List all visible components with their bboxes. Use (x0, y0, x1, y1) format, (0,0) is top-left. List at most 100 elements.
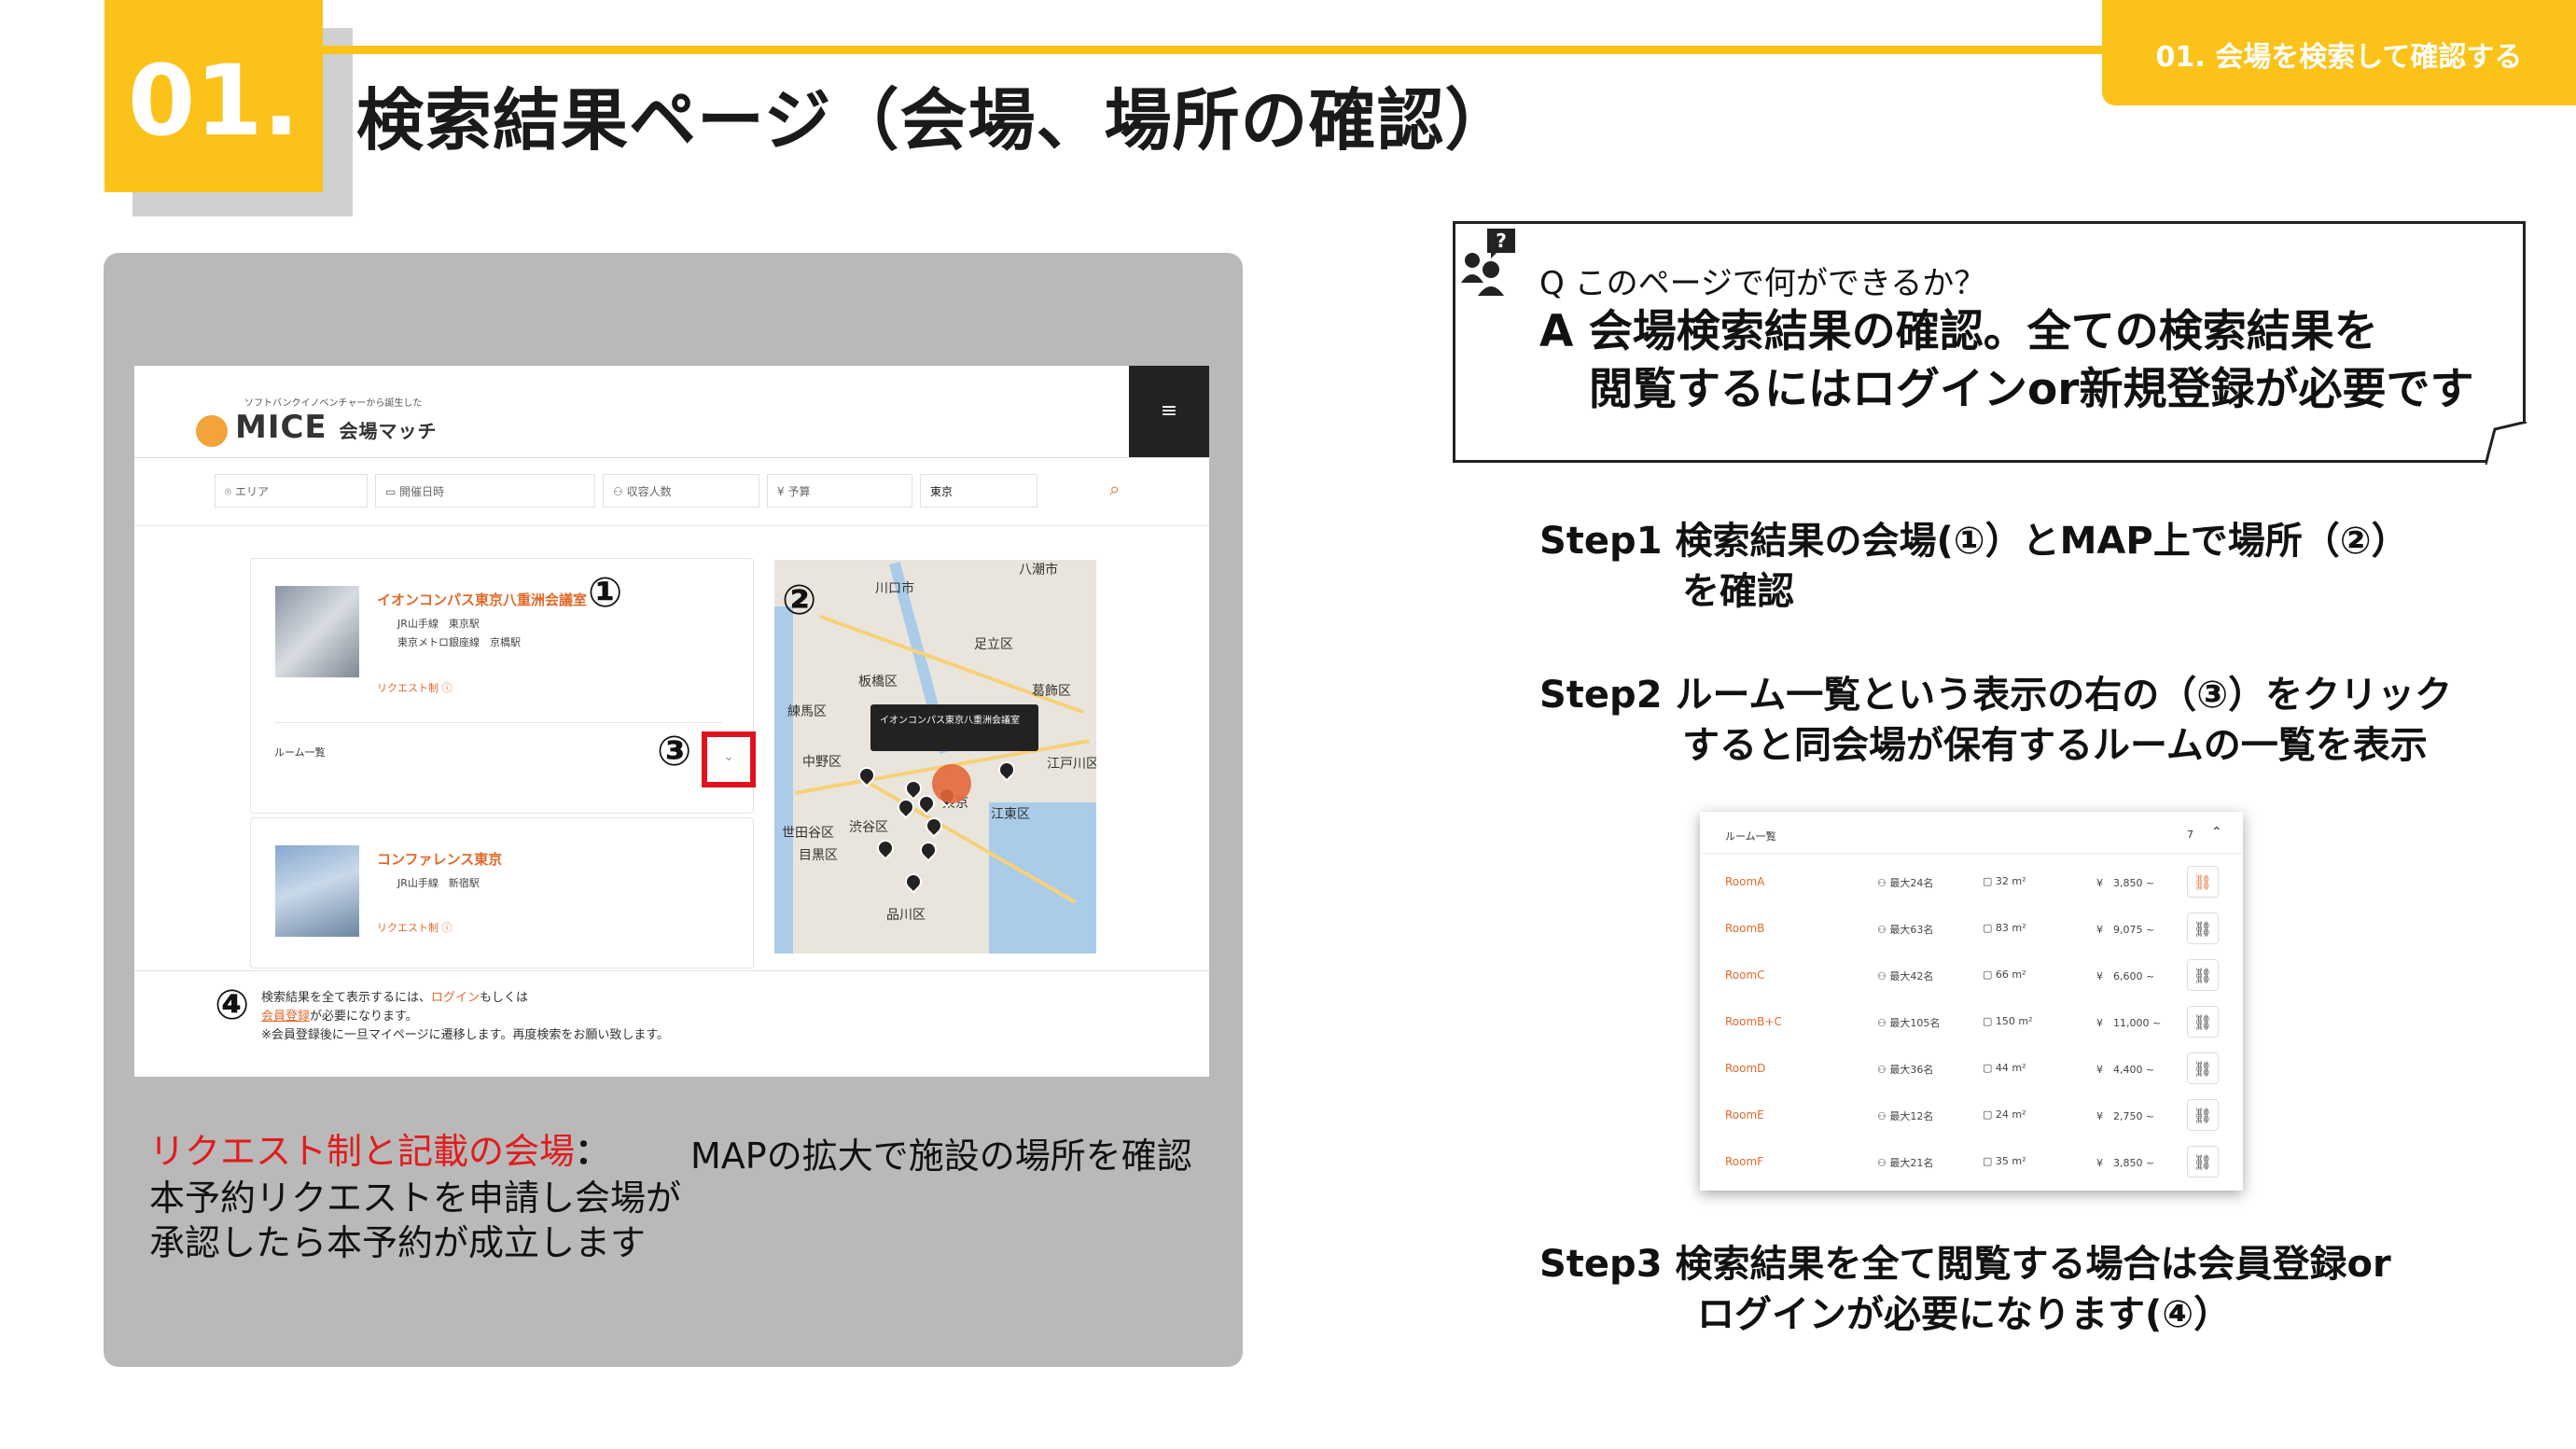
room-name[interactable]: RoomC (1725, 968, 1765, 982)
step-3: Step3 検索結果を全て閲覧する場合は会員登録or (1539, 1239, 2391, 1289)
room-row[interactable]: RoomF ⚇ 最大21名 ▢ 35 m² ¥ 3,850 ~ ⛓ (1700, 1138, 2243, 1185)
request-caption-colon: ： (575, 1131, 611, 1172)
room-row[interactable]: RoomB ⚇ 最大63名 ▢ 83 m² ¥ 9,075 ~ ⛓ (1700, 905, 2243, 952)
link-icon[interactable]: ⛓ (2187, 913, 2219, 944)
room-price: ¥ 4,400 ~ (2096, 1064, 2155, 1076)
help-icon[interactable]: ⓘ (442, 922, 453, 934)
search-icon[interactable]: ⌕ (1109, 478, 1120, 500)
room-row[interactable]: RoomE ⚇ 最大12名 ▢ 24 m² ¥ 2,750 ~ ⛓ (1700, 1092, 2243, 1138)
room-row[interactable]: RoomB+C ⚇ 最大105名 ▢ 150 m² ¥ 11,000 ~ ⛓ (1700, 998, 2243, 1045)
venue-name[interactable]: コンファレンス東京 (377, 849, 502, 869)
room-size: ▢ 32 m² (1983, 875, 2026, 887)
map-label: 江東区 (991, 807, 1030, 822)
room-price: ¥ 6,600 ~ (2096, 970, 2155, 982)
date-field[interactable]: ▭ 開催日時 (375, 474, 595, 508)
login-link[interactable]: ログイン (431, 991, 480, 1005)
marker-3: ③ (657, 728, 692, 775)
map-cluster-marker[interactable] (932, 764, 971, 803)
keyword-field[interactable]: 東京 (920, 474, 1037, 508)
venue-photo[interactable] (275, 845, 359, 937)
map-label: 八潮市 (1019, 563, 1058, 578)
room-capacity-value: 最大24名 (1889, 877, 1934, 889)
map-label: 練馬区 (787, 704, 827, 719)
request-caption-body-1: 本予約リクエストを申請し会場が (149, 1177, 682, 1219)
room-size-value: 44 m² (1995, 1062, 2026, 1074)
map-label: 川口市 (875, 581, 914, 596)
map-pin-icon[interactable] (901, 870, 926, 894)
room-list-panel: ルーム一覧 7 ⌃ RoomA ⚇ 最大24名 ▢ 32 m² ¥ 3,850 ~ ⛓ R… (1700, 812, 2243, 1191)
capacity-field-label: 収容人数 (626, 485, 672, 498)
room-name[interactable]: RoomB (1725, 922, 1764, 935)
marker-4: ④ (215, 982, 250, 1029)
link-icon[interactable]: ⛓ (2187, 1146, 2219, 1177)
room-row[interactable]: RoomA ⚇ 最大24名 ▢ 32 m² ¥ 3,850 ~ ⛓ (1700, 858, 2243, 905)
map-pin-icon[interactable] (873, 836, 898, 860)
venue-access-1: JR山手線 東京駅 (397, 618, 480, 630)
request-badge: リクエスト制 ⓘ (377, 680, 453, 695)
room-row[interactable]: RoomC ⚇ 最大42名 ▢ 66 m² ¥ 6,600 ~ ⛓ (1700, 952, 2243, 998)
map-label: 品川区 (886, 908, 926, 923)
link-icon[interactable]: ⛓ (2187, 959, 2219, 991)
map-tooltip: イオンコンパス東京八重洲会議室 (870, 704, 1038, 751)
link-icon[interactable]: ⛓ (2187, 866, 2219, 898)
answer-line-2: 閲覧するにはログインor新規登録が必要です (1589, 364, 2474, 415)
venue-photo[interactable] (275, 586, 359, 677)
chevron-up-icon[interactable]: ⌃ (2211, 825, 2222, 840)
menu-icon[interactable]: ≡ (1129, 366, 1209, 457)
link-icon[interactable]: ⛓ (2187, 1099, 2219, 1131)
help-icon[interactable]: ⓘ (442, 682, 453, 694)
notice-line-3: ※会員登録後に一旦マイページに遷移します。再度検索をお願い致します。 (261, 1028, 670, 1042)
room-name[interactable]: RoomD (1725, 1062, 1765, 1075)
map[interactable]: 川口市 八潮市 足立区 板橋区 葛飾区 練馬区 中野区 江戸川区 江東区 渋谷区… (774, 560, 1096, 954)
venue-access-2: 東京メトロ銀座線 京橋駅 (397, 636, 521, 648)
question-text: Q このページで何ができるか？ (1539, 265, 1986, 302)
register-link[interactable]: 会員登録 (261, 1010, 310, 1024)
divider (274, 722, 722, 723)
room-name[interactable]: RoomA (1725, 875, 1764, 888)
room-name[interactable]: RoomE (1725, 1108, 1764, 1122)
room-name[interactable]: RoomF (1725, 1155, 1763, 1168)
step-1: Step1 検索結果の会場(①）とMAP上で場所（②） (1539, 516, 2409, 566)
room-size-value: 24 m² (1995, 1108, 2026, 1121)
page-fold-icon (2485, 422, 2527, 466)
room-capacity: ⚇ 最大105名 (1877, 1017, 1941, 1029)
map-label: 足立区 (974, 637, 1013, 652)
room-list-title: ルーム一覧 (1725, 830, 1776, 843)
room-size: ▢ 83 m² (1983, 922, 2026, 934)
chevron-down-icon: ⌄ (723, 749, 734, 764)
link-icon[interactable]: ⛓ (2187, 1052, 2219, 1084)
capacity-field[interactable]: ⚇ 収容人数 (603, 474, 759, 508)
venue-name[interactable]: イオンコンパス東京八重洲会議室 (377, 590, 587, 609)
map-label: 渋谷区 (849, 820, 888, 835)
budget-field[interactable]: ¥ 予算 (767, 474, 912, 508)
svg-text:?: ? (1496, 230, 1507, 252)
request-label: リクエスト制 (377, 922, 439, 934)
notice-text: 検索結果を全て表示するには、 (261, 991, 432, 1005)
room-list-toggle[interactable]: ⌄ (702, 731, 756, 787)
map-pin-icon[interactable] (916, 838, 940, 862)
logo[interactable]: MICE 会場マッチ (235, 409, 438, 446)
room-row[interactable]: RoomD ⚇ 最大36名 ▢ 44 m² ¥ 4,400 ~ ⛓ (1700, 1045, 2243, 1092)
step-2-line-2: すると同会場が保有するルームの一覧を表示 (1682, 724, 2428, 767)
room-list-label: ルーム一覧 (274, 746, 326, 759)
divider (1700, 853, 2243, 854)
logo-sub: 会場マッチ (339, 420, 438, 442)
room-capacity-value: 最大36名 (1889, 1064, 1934, 1076)
link-icon[interactable]: ⛓ (2187, 1006, 2219, 1038)
logo-main: MICE (235, 409, 327, 446)
step-text: ルーム一覧という表示の右の（③）をクリック (1675, 674, 2453, 717)
map-label: 目黒区 (799, 848, 838, 863)
room-name[interactable]: RoomB+C (1725, 1015, 1782, 1028)
room-capacity: ⚇ 最大24名 (1877, 877, 1934, 889)
step-text: 検索結果の会場(①）とMAP上で場所（②） (1675, 520, 2409, 563)
map-water (989, 802, 1096, 954)
budget-field-label: 予算 (787, 485, 811, 498)
room-price: ¥ 3,850 ~ (2096, 1157, 2155, 1169)
area-field[interactable]: ⌾ エリア (215, 474, 368, 508)
page-title: 検索結果ページ（会場、場所の確認） (356, 81, 1513, 160)
map-pin-icon[interactable] (995, 758, 1019, 782)
request-label: リクエスト制 (377, 682, 439, 694)
step-label: Step2 (1539, 674, 1663, 717)
answer-line-1: A 会場検索結果の確認。全ての検索結果を (1539, 306, 2378, 357)
notice-line-1: 検索結果を全て表示するには、ログインもしくは (261, 987, 528, 1005)
